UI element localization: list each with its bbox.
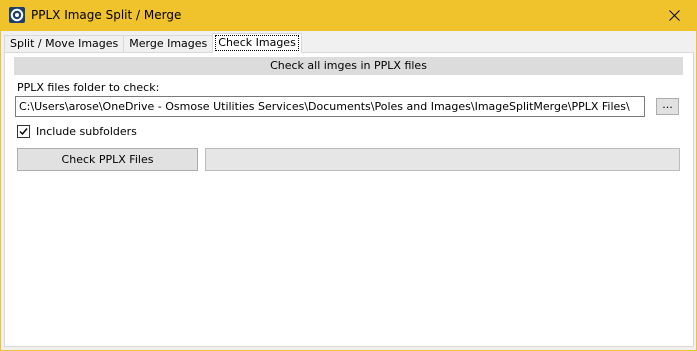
- tab-split-move-images[interactable]: Split / Move Images: [4, 35, 125, 53]
- window-title: PPLX Image Split / Merge: [31, 8, 182, 22]
- browse-button[interactable]: ...: [656, 98, 679, 115]
- pplx-app-icon: [9, 7, 25, 23]
- progress-bar: [205, 148, 680, 171]
- app-window: PPLX Image Split / Merge Split / Move Im…: [0, 0, 697, 351]
- folder-label: PPLX files folder to check:: [17, 81, 160, 94]
- tab-label: Check Images: [215, 35, 299, 51]
- folder-path-field[interactable]: C:\Users\arose\OneDrive - Osmose Utiliti…: [15, 96, 645, 117]
- tab-label: Merge Images: [129, 37, 208, 50]
- client-area: Split / Move Images Merge Images Check I…: [1, 31, 696, 350]
- include-subfolders-label: Include subfolders: [36, 124, 137, 138]
- title-bar[interactable]: PPLX Image Split / Merge: [0, 0, 697, 31]
- tab-check-images[interactable]: Check Images: [212, 33, 302, 53]
- check-images-panel: Check all imges in PPLX files PPLX files…: [4, 52, 694, 347]
- include-subfolders-row[interactable]: Include subfolders: [17, 124, 137, 138]
- close-icon: [668, 10, 680, 21]
- section-header: Check all imges in PPLX files: [14, 57, 683, 75]
- checkmark-icon: [19, 127, 28, 135]
- close-button[interactable]: [651, 0, 697, 31]
- tab-strip: Split / Move Images Merge Images Check I…: [4, 33, 302, 53]
- tab-merge-images[interactable]: Merge Images: [123, 35, 214, 53]
- check-pplx-files-button[interactable]: Check PPLX Files: [17, 148, 198, 171]
- tab-label: Split / Move Images: [10, 37, 119, 50]
- include-subfolders-checkbox[interactable]: [17, 124, 30, 138]
